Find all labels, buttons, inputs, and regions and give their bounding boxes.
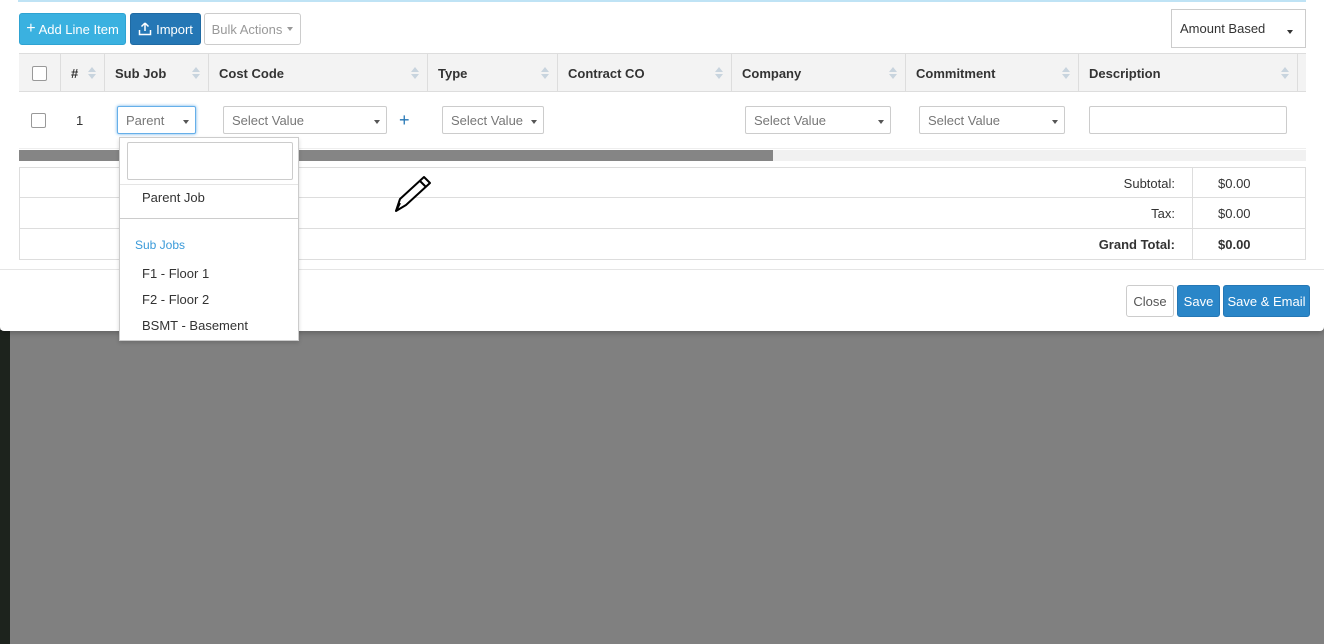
- upload-icon: [138, 22, 152, 36]
- dropdown-option[interactable]: F2 - Floor 2: [142, 292, 209, 307]
- column-header-label: Description: [1089, 65, 1161, 81]
- divider: [1192, 198, 1193, 228]
- cost-code-select[interactable]: Select Value: [223, 106, 387, 134]
- company-select[interactable]: Select Value: [745, 106, 891, 134]
- dropdown-option[interactable]: F1 - Floor 1: [142, 266, 209, 281]
- top-accent-bar: [18, 0, 1306, 2]
- grand-total-value: $0.00: [1218, 236, 1251, 252]
- dropdown-group-label: Sub Jobs: [135, 238, 186, 252]
- bulk-actions-button[interactable]: Bulk Actions: [204, 13, 301, 45]
- caret-down-icon: [374, 120, 380, 124]
- row-number: 1: [76, 112, 84, 128]
- column-header-label: Company: [742, 65, 802, 81]
- subtotal-label: Subtotal:: [1123, 175, 1175, 191]
- column-header-label: Contract CO: [568, 65, 645, 81]
- column-header-label: Commitment: [916, 65, 996, 81]
- sort-icon: [1281, 65, 1289, 81]
- bulk-actions-label: Bulk Actions: [211, 21, 283, 37]
- column-header-commitment[interactable]: Commitment: [906, 54, 1079, 92]
- plus-icon: +: [26, 20, 36, 37]
- caret-down-icon: [183, 120, 189, 124]
- close-button[interactable]: Close: [1126, 285, 1174, 317]
- save-and-email-button[interactable]: Save & Email: [1223, 285, 1310, 317]
- column-header-number[interactable]: #: [61, 54, 105, 92]
- column-header-company[interactable]: Company: [732, 54, 906, 92]
- divider: [1192, 168, 1193, 198]
- sort-icon: [411, 65, 419, 81]
- dropdown-search-input[interactable]: [127, 142, 293, 180]
- column-header-cost-code[interactable]: Cost Code: [209, 54, 428, 92]
- save-button[interactable]: Save: [1177, 285, 1220, 317]
- row-checkbox[interactable]: [31, 112, 46, 128]
- pencil-cursor-icon: [395, 176, 431, 212]
- column-header-sub-job[interactable]: Sub Job: [105, 54, 209, 92]
- import-button[interactable]: Import: [130, 13, 201, 45]
- line-items-table-header: # Sub Job Cost Code Type Contract CO Com…: [19, 53, 1306, 92]
- subtotal-value: $0.00: [1218, 175, 1251, 191]
- divider: [120, 218, 298, 219]
- background-strip: [0, 330, 10, 644]
- caret-down-icon: [1287, 30, 1293, 34]
- sub-job-dropdown: Parent Job Sub Jobs F1 - Floor 1 F2 - Fl…: [119, 137, 299, 341]
- sub-job-select[interactable]: Parent: [117, 106, 196, 134]
- import-label: Import: [156, 21, 193, 37]
- caret-down-icon: [1052, 120, 1058, 124]
- add-line-item-label: Add Line Item: [38, 21, 119, 37]
- line-items-modal: + Add Line Item Import Bulk Actions Amou…: [0, 0, 1324, 341]
- header-select-all-cell: [19, 54, 61, 92]
- sort-icon: [1062, 65, 1070, 81]
- company-select-value: Select Value: [754, 112, 827, 128]
- divider: [120, 184, 298, 185]
- caret-down-icon: [531, 120, 537, 124]
- sort-icon: [715, 65, 723, 81]
- add-line-item-button[interactable]: + Add Line Item: [19, 13, 126, 45]
- column-header-description[interactable]: Description: [1079, 54, 1298, 92]
- dropdown-option[interactable]: BSMT - Basement: [142, 318, 248, 333]
- sort-icon: [541, 65, 549, 81]
- sort-icon: [192, 65, 200, 81]
- commitment-select-value: Select Value: [928, 112, 1001, 128]
- row-checkbox-cell: [31, 92, 46, 148]
- grand-total-label: Grand Total:: [1098, 236, 1175, 252]
- sort-icon: [88, 65, 96, 81]
- sort-icon: [889, 65, 897, 81]
- tax-value: $0.00: [1218, 205, 1251, 221]
- column-header-contract-co[interactable]: Contract CO: [558, 54, 732, 92]
- caret-down-icon: [287, 27, 294, 31]
- amount-mode-select[interactable]: Amount Based: [1171, 9, 1306, 48]
- type-select-value: Select Value: [451, 112, 524, 128]
- tax-label: Tax:: [1151, 205, 1175, 221]
- cost-code-select-value: Select Value: [232, 112, 305, 128]
- divider: [1192, 229, 1193, 259]
- type-select[interactable]: Select Value: [442, 106, 544, 134]
- description-input[interactable]: [1089, 106, 1287, 134]
- amount-mode-value: Amount Based: [1180, 21, 1266, 36]
- column-header-label: Type: [438, 65, 468, 81]
- commitment-select[interactable]: Select Value: [919, 106, 1065, 134]
- caret-down-icon: [878, 120, 884, 124]
- sub-job-select-value: Parent: [126, 112, 165, 128]
- add-cost-code-icon[interactable]: +: [399, 111, 410, 129]
- column-header-label: Cost Code: [219, 65, 284, 81]
- column-header-label: #: [71, 65, 79, 81]
- column-header-type[interactable]: Type: [428, 54, 558, 92]
- dropdown-option-parent-job[interactable]: Parent Job: [142, 190, 205, 205]
- select-all-checkbox[interactable]: [32, 65, 47, 81]
- column-header-label: Sub Job: [115, 65, 167, 81]
